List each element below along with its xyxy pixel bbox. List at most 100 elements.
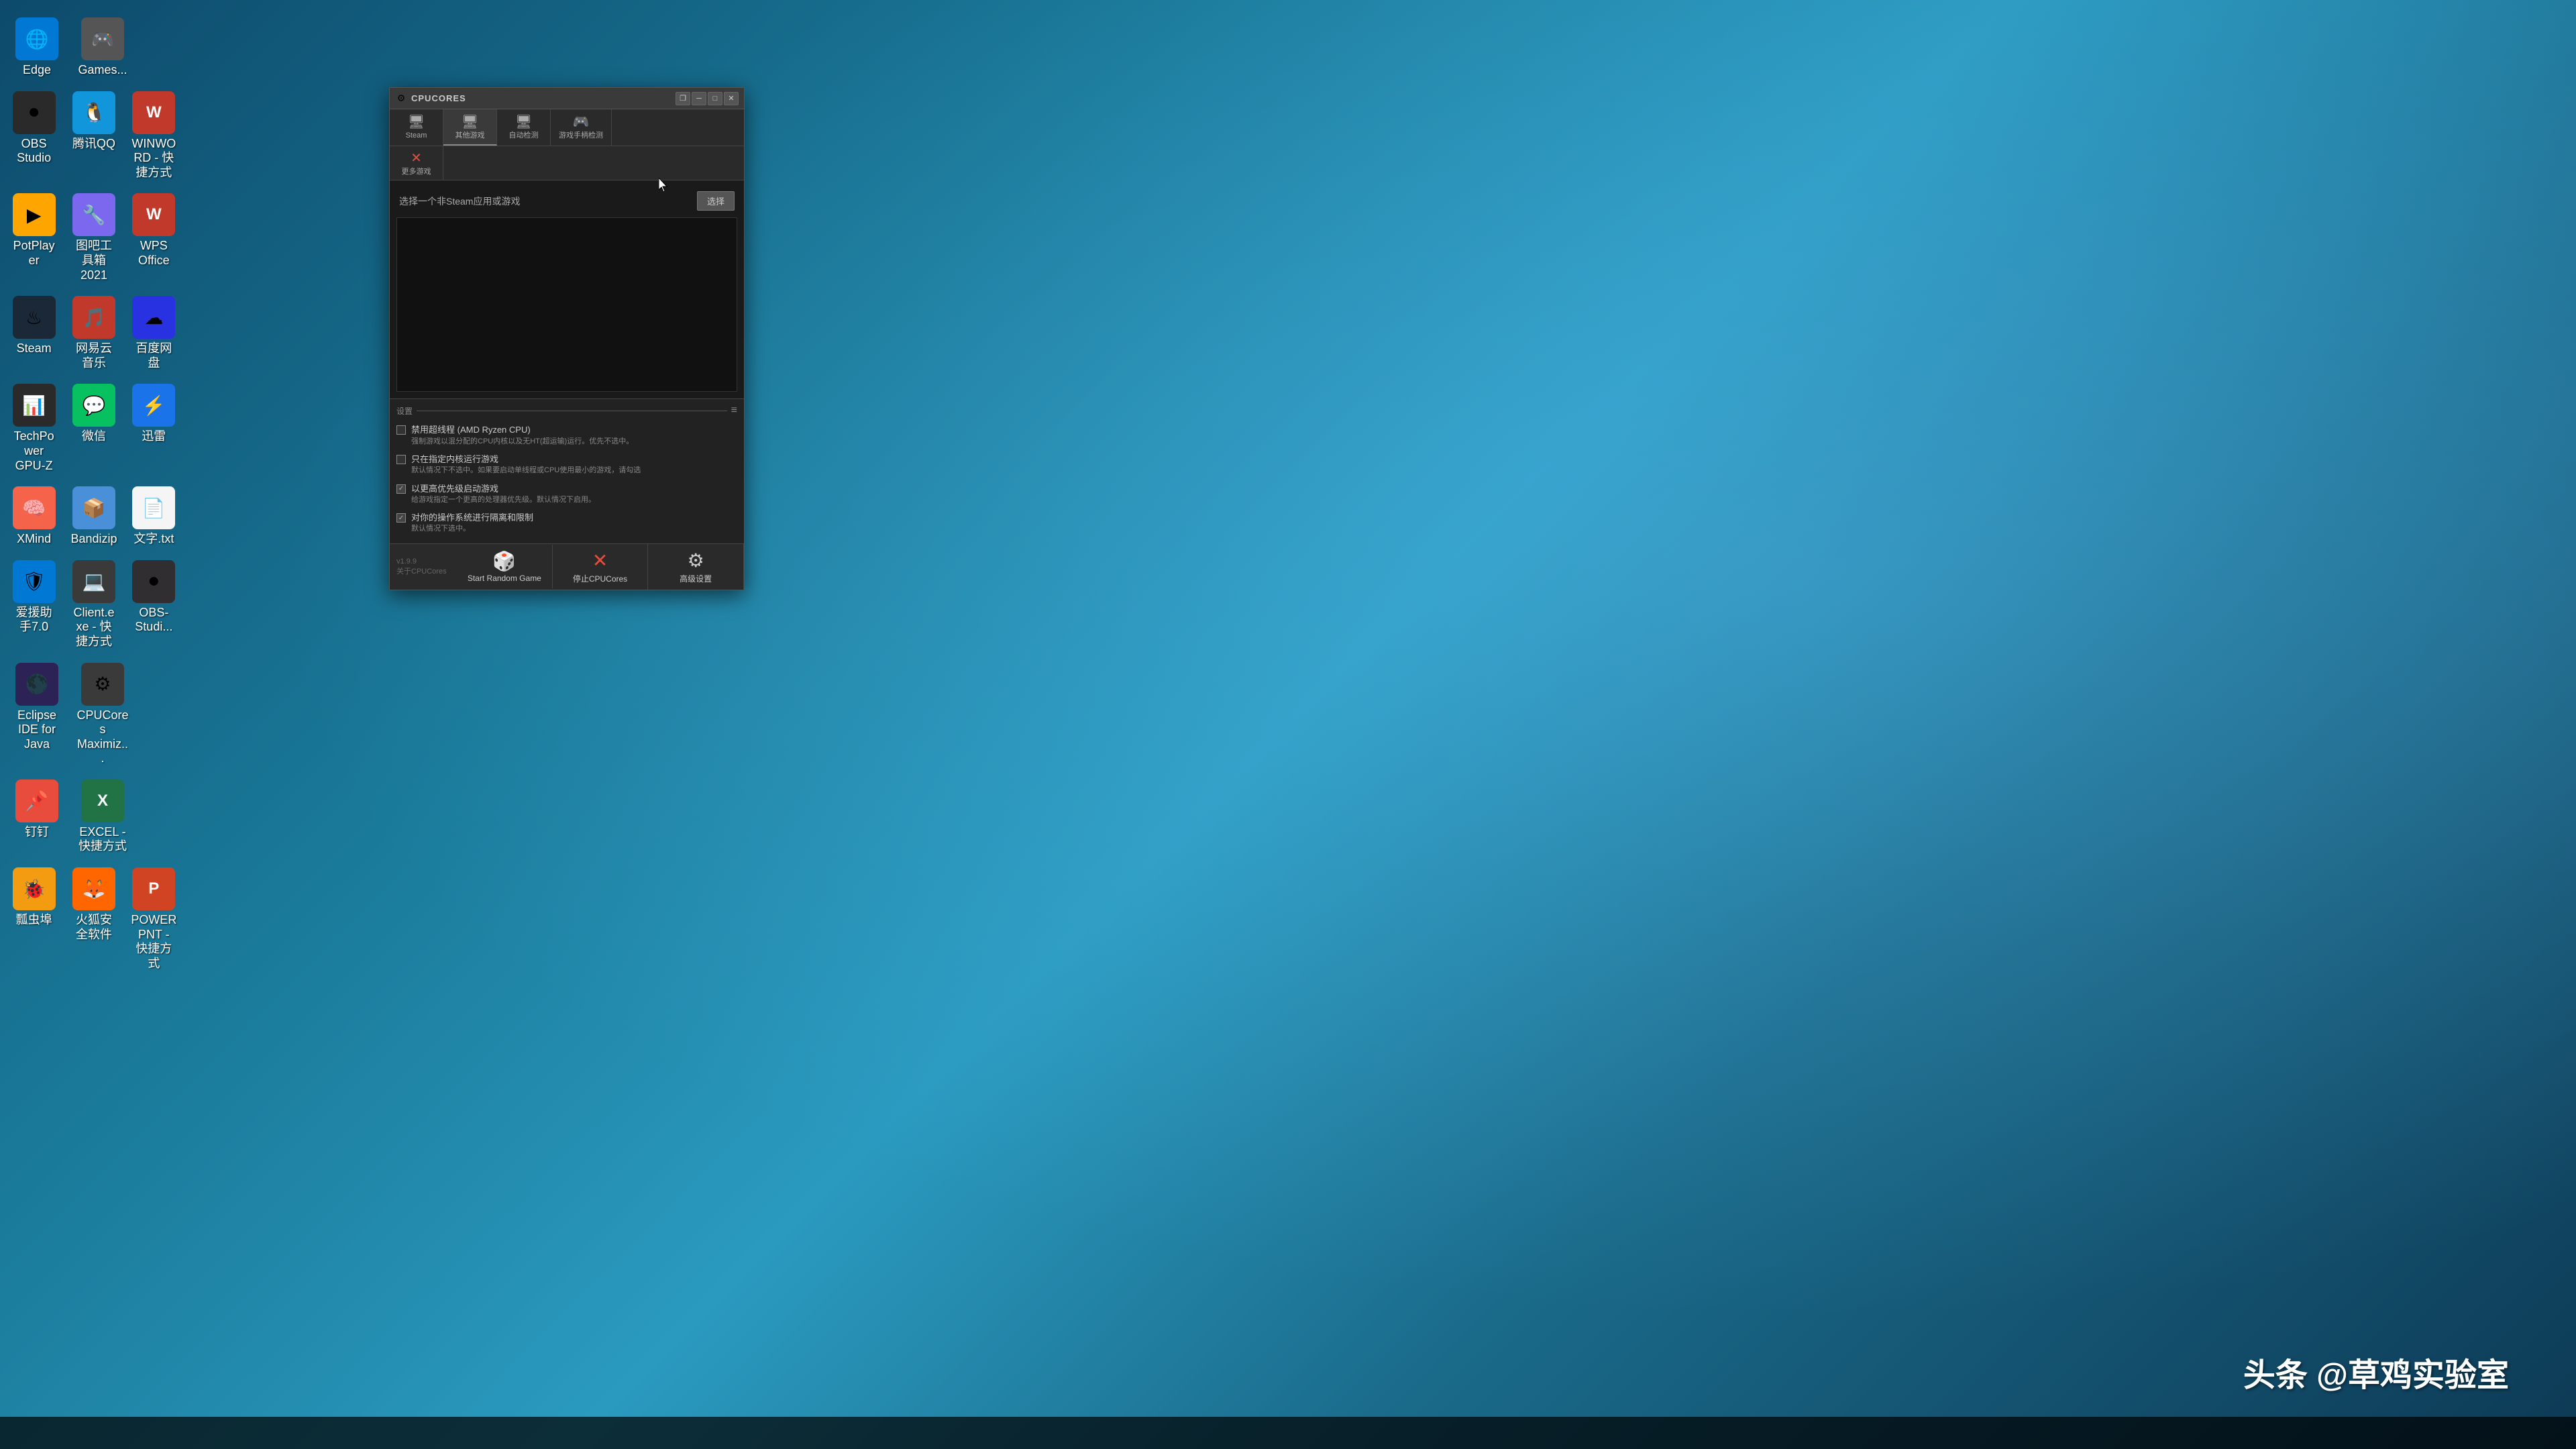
tab-gamepad-detect[interactable]: 🎮 游戏手柄检测 bbox=[551, 109, 612, 146]
stop-cpucores-button[interactable]: ✕ 停止CPUCores bbox=[553, 544, 649, 590]
desktop-icon-techpower[interactable]: 📊 TechPower GPU-Z bbox=[7, 380, 61, 477]
client-icon: 💻 bbox=[72, 560, 115, 603]
bandizip-label: Bandizip bbox=[70, 532, 117, 547]
setting-desc-hyperthreading: 强制游戏以混分配的CPU内核以及无HT(超运输)运行。优先不选中。 bbox=[411, 437, 633, 447]
advanced-settings-button[interactable]: ⚙ 高级设置 bbox=[648, 544, 744, 590]
desktop-icon-cpucores[interactable]: ⚙ CPUCores Maximiz... bbox=[72, 659, 133, 770]
desktop-icon-eclipse[interactable]: 🌑 Eclipse IDE for Java bbox=[7, 659, 67, 770]
setting-desc-specific-core: 默认情况下不选中。如果要启动单线程或CPU使用最小的游戏，请勾选 bbox=[411, 466, 641, 476]
weixin-label: 微信 bbox=[82, 429, 106, 444]
potplayer-icon: ▶ bbox=[13, 193, 56, 236]
desktop-icon-games[interactable]: 🎮 Games... bbox=[72, 13, 133, 82]
tab-other-games-label: 其他游戏 bbox=[455, 131, 485, 140]
setting-title-high-priority: 以更高优先级启动游戏 bbox=[411, 483, 596, 495]
tab-steam[interactable]: 🖥 Steam bbox=[390, 109, 443, 146]
obs2-label: OBS-Studi... bbox=[131, 606, 177, 635]
desktop-icon-bandizip[interactable]: 📦 Bandizip bbox=[66, 482, 121, 551]
about-label: 关于CPUCores bbox=[396, 566, 450, 576]
desktop-icon-potplayer[interactable]: ▶ PotPlayer bbox=[7, 189, 61, 286]
icon-row-6: 🧠 XMind 📦 Bandizip 📄 文字.txt bbox=[7, 482, 181, 551]
desktop-icons: 🌐 Edge 🎮 Games... ⏺ OBS Studio 🐧 腾讯QQ W … bbox=[0, 0, 188, 1449]
desktop-icon-aiyuan[interactable]: 🛡 爱援助手7.0 bbox=[7, 556, 61, 653]
steam-icon: ♨ bbox=[13, 296, 56, 339]
icon-row-8: 🌑 Eclipse IDE for Java ⚙ CPUCores Maximi… bbox=[7, 659, 181, 770]
dingding-icon: 📌 bbox=[15, 780, 58, 822]
ppt-icon: P bbox=[132, 867, 175, 910]
restore-button[interactable]: ❐ bbox=[676, 92, 690, 105]
title-bar-controls: ❐ ─ □ ✕ bbox=[676, 92, 739, 105]
setting-title-isolate-os: 对你的操作系统进行隔离和限制 bbox=[411, 512, 533, 524]
desktop-icon-excel[interactable]: X EXCEL - 快捷方式 bbox=[72, 775, 133, 858]
setting-desc-high-priority: 给游戏指定一个更高的处理器优先级。默认情况下启用。 bbox=[411, 495, 596, 505]
desktop-icon-piaoju[interactable]: 🐞 瓢虫埠 bbox=[7, 863, 61, 975]
desktop-icon-wenjian[interactable]: 📄 文字.txt bbox=[127, 482, 181, 551]
app-icon: ⚙ bbox=[395, 93, 407, 105]
settings-area: 设置 ≡ 禁用超线程 (AMD Ryzen CPU) 强制游戏以混分配的CPU内… bbox=[390, 398, 744, 543]
techpower-label: TechPower GPU-Z bbox=[11, 429, 57, 473]
cpucores-window: ⚙ CPUCORES ❐ ─ □ ✕ 🖥 Steam 🖥 其他游戏 🖥 自动检测… bbox=[389, 87, 745, 590]
xunlei-label: 迅雷 bbox=[142, 429, 166, 444]
tab-bar-row1: 🖥 Steam 🖥 其他游戏 🖥 自动检测 🎮 游戏手柄检测 bbox=[390, 109, 744, 146]
piaoju-icon: 🐞 bbox=[13, 867, 56, 910]
wps-label: WINWORD - 快捷方式 bbox=[131, 137, 177, 180]
setting-desc-isolate-os: 默认情况下选中。 bbox=[411, 524, 533, 534]
desktop-icon-netease[interactable]: 🎵 网易云音乐 bbox=[66, 292, 121, 374]
setting-checkbox-hyperthreading[interactable] bbox=[396, 425, 406, 435]
desktop-icon-client[interactable]: 💻 Client.exe - 快捷方式 bbox=[66, 556, 121, 653]
desktop-icon-dingding[interactable]: 📌 钉钉 bbox=[7, 775, 67, 858]
tab-auto-detect[interactable]: 🖥 自动检测 bbox=[497, 109, 551, 146]
toolbox-icon: 🔧 bbox=[72, 193, 115, 236]
desktop-icon-toolbox[interactable]: 🔧 图吧工具箱2021 bbox=[66, 189, 121, 286]
netease-label: 网易云音乐 bbox=[70, 341, 117, 370]
version-info: v1.9.9 关于CPUCores bbox=[390, 553, 457, 580]
excel-icon: X bbox=[81, 780, 124, 822]
wpsoffice-label: WPS Office bbox=[131, 239, 177, 268]
setting-checkbox-specific-core[interactable] bbox=[396, 455, 406, 464]
setting-checkbox-high-priority[interactable] bbox=[396, 484, 406, 494]
random-game-button[interactable]: 🎲 Start Random Game bbox=[457, 545, 553, 588]
desktop-icon-xunlei[interactable]: ⚡ 迅雷 bbox=[127, 380, 181, 477]
desktop-icon-obs[interactable]: ⏺ OBS Studio bbox=[7, 87, 61, 184]
icon-row-9: 📌 钉钉 X EXCEL - 快捷方式 bbox=[7, 775, 181, 858]
random-game-label: Start Random Game bbox=[468, 574, 541, 583]
version-number: v1.9.9 bbox=[396, 557, 450, 566]
desktop-icon-baidu[interactable]: ☁ 百度网盘 bbox=[127, 292, 181, 374]
tab-bar-row2: ✕ 更多游戏 bbox=[390, 146, 744, 180]
setting-row-isolate-os: 对你的操作系统进行隔离和限制 默认情况下选中。 bbox=[396, 508, 737, 538]
baidu-label: 百度网盘 bbox=[131, 341, 177, 370]
random-game-icon: 🎲 bbox=[492, 550, 516, 572]
desktop-icon-ppt[interactable]: P POWERPNT - 快捷方式 bbox=[127, 863, 181, 975]
desktop-icon-obs2[interactable]: ⏺ OBS-Studi... bbox=[127, 556, 181, 653]
edge-icon: 🌐 bbox=[15, 17, 58, 60]
excel-label: EXCEL - 快捷方式 bbox=[76, 825, 129, 854]
title-bar: ⚙ CPUCORES ❐ ─ □ ✕ bbox=[390, 88, 744, 109]
close-button[interactable]: ✕ bbox=[724, 92, 739, 105]
app-select-label: 选择一个非Steam应用或游戏 bbox=[399, 195, 520, 208]
maximize-button[interactable]: □ bbox=[708, 92, 722, 105]
baidu-icon: ☁ bbox=[132, 296, 175, 339]
select-button[interactable]: 选择 bbox=[697, 191, 735, 211]
setting-title-specific-core: 只在指定内核运行游戏 bbox=[411, 453, 641, 466]
setting-checkbox-isolate-os[interactable] bbox=[396, 513, 406, 523]
tab-steam-icon: 🖥 bbox=[408, 113, 425, 130]
desktop-icon-xmind[interactable]: 🧠 XMind bbox=[7, 482, 61, 551]
wps-icon: W bbox=[132, 91, 175, 134]
tab-steam-label: Steam bbox=[406, 131, 427, 140]
desktop-icon-wpsoffice[interactable]: W WPS Office bbox=[127, 189, 181, 286]
client-label: Client.exe - 快捷方式 bbox=[70, 606, 117, 649]
desktop-icon-weixin[interactable]: 💬 微信 bbox=[66, 380, 121, 477]
aiyuan-icon: 🛡 bbox=[13, 560, 56, 603]
icon-row-7: 🛡 爱援助手7.0 💻 Client.exe - 快捷方式 ⏺ OBS-Stud… bbox=[7, 556, 181, 653]
main-content: 选择一个非Steam应用或游戏 选择 bbox=[390, 180, 744, 398]
desktop-icon-qq[interactable]: 🐧 腾讯QQ bbox=[66, 87, 121, 184]
tab-more-games-label: 更多游戏 bbox=[402, 168, 431, 176]
minimize-button[interactable]: ─ bbox=[692, 92, 706, 105]
cpucores-icon: ⚙ bbox=[81, 663, 124, 706]
icon-row-2: ⏺ OBS Studio 🐧 腾讯QQ W WINWORD - 快捷方式 bbox=[7, 87, 181, 184]
desktop-icon-steam[interactable]: ♨ Steam bbox=[7, 292, 61, 374]
desktop-icon-edge[interactable]: 🌐 Edge bbox=[7, 13, 67, 82]
tab-more-games[interactable]: ✕ 更多游戏 bbox=[390, 146, 443, 180]
desktop-icon-wps[interactable]: W WINWORD - 快捷方式 bbox=[127, 87, 181, 184]
tab-other-games[interactable]: 🖥 其他游戏 bbox=[443, 109, 497, 146]
desktop-icon-huohu[interactable]: 🦊 火狐安全软件 bbox=[66, 863, 121, 975]
